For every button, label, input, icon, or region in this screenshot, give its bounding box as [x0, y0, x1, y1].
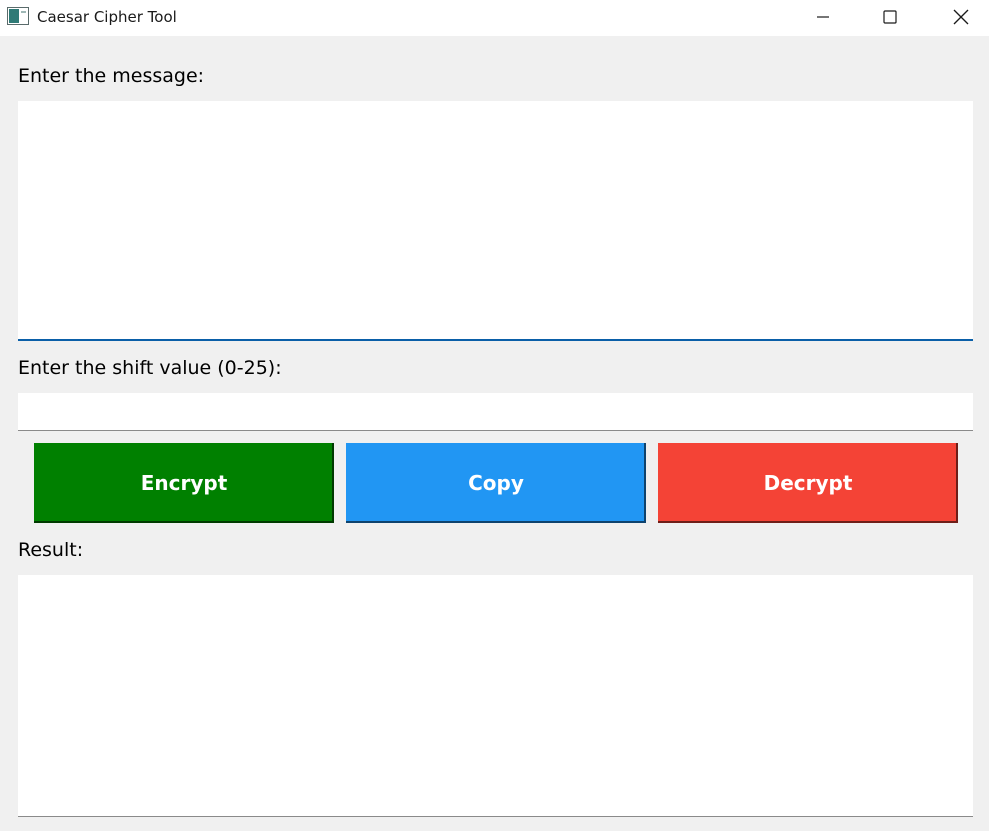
- window-title: Caesar Cipher Tool: [37, 8, 177, 26]
- close-button[interactable]: [938, 0, 984, 34]
- title-bar[interactable]: Caesar Cipher Tool: [0, 0, 989, 36]
- decrypt-button[interactable]: Decrypt: [658, 443, 958, 523]
- result-label: Result:: [18, 539, 84, 561]
- message-textarea[interactable]: [18, 101, 973, 341]
- result-textarea[interactable]: [18, 575, 973, 817]
- maximize-icon: [882, 9, 898, 25]
- minimize-button[interactable]: [800, 0, 846, 34]
- copy-button[interactable]: Copy: [346, 443, 646, 523]
- encrypt-button[interactable]: Encrypt: [34, 443, 334, 523]
- app-window: Caesar Cipher Tool Enter the message: En…: [0, 0, 989, 831]
- shift-input[interactable]: [18, 393, 973, 431]
- maximize-button[interactable]: [867, 0, 913, 34]
- minimize-icon: [815, 9, 831, 25]
- message-label: Enter the message:: [18, 65, 205, 87]
- shift-label: Enter the shift value (0-25):: [18, 357, 282, 379]
- app-window-icon: [7, 7, 29, 25]
- close-icon: [952, 8, 970, 26]
